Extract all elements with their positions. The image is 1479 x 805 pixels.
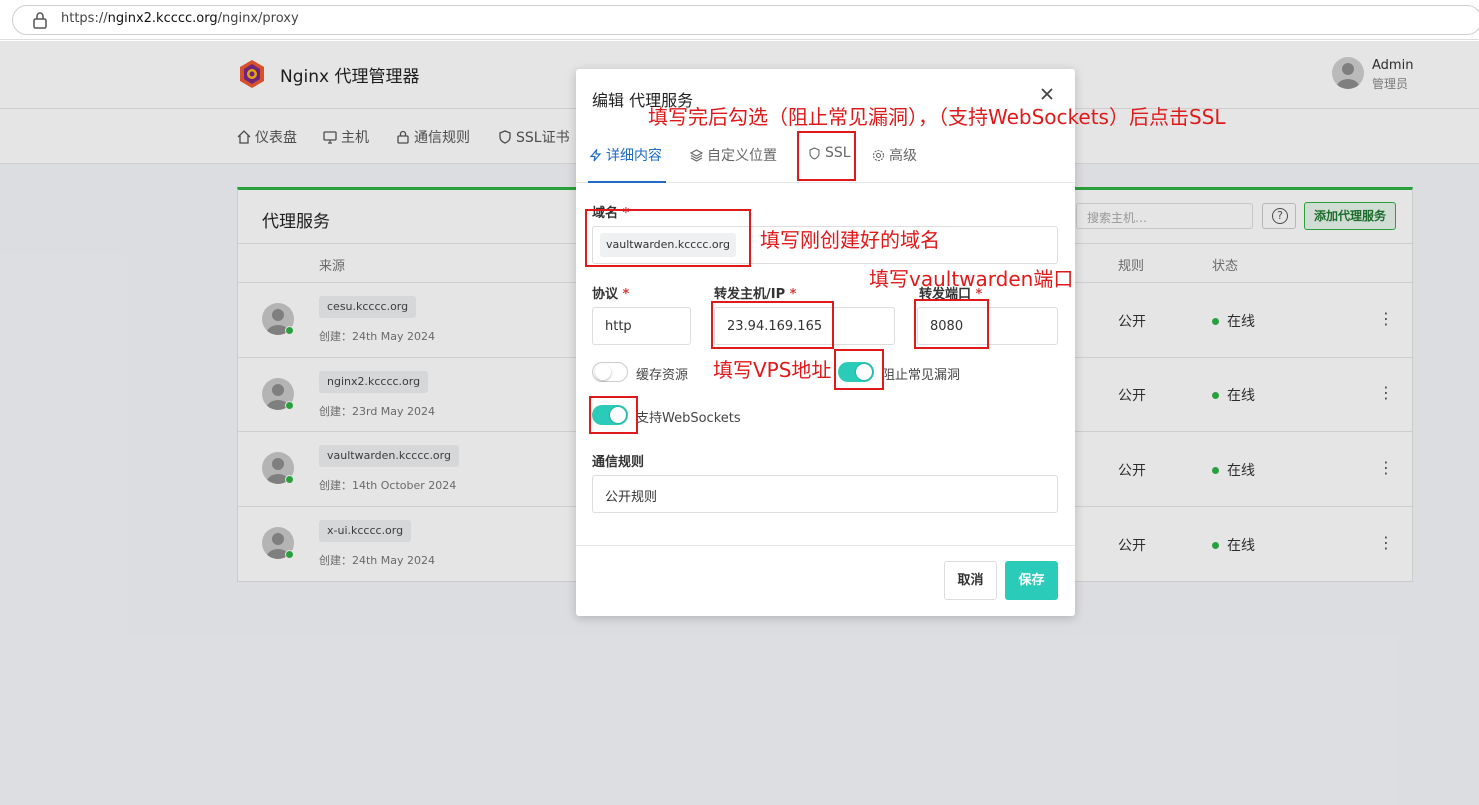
- bolt-icon: [589, 148, 602, 161]
- scheme-select[interactable]: http: [592, 307, 691, 345]
- cancel-button[interactable]: 取消: [944, 561, 997, 600]
- annotation-box-domain: [585, 209, 751, 267]
- scheme-label: 协议 *: [592, 287, 630, 302]
- annotation-box-port: [914, 299, 989, 349]
- url-text: https://nginx2.kcccc.org/nginx/proxy: [61, 11, 299, 26]
- annotation-box-websockets: [589, 396, 638, 434]
- access-list-select[interactable]: 公开规则: [592, 475, 1058, 513]
- annotation-box-host: [711, 301, 834, 349]
- annotation-port-note: 填写vaultwarden端口: [869, 267, 1074, 291]
- active-tab-indicator: [588, 181, 666, 183]
- annotation-vps-note: 填写VPS地址: [713, 358, 832, 382]
- cache-assets-label: 缓存资源: [636, 368, 689, 383]
- annotation-box-block-exploits: [834, 349, 884, 390]
- lock-icon: [33, 12, 47, 29]
- save-button[interactable]: 保存: [1005, 561, 1058, 600]
- gear-icon: [872, 149, 885, 161]
- modal-footer-divider: [576, 545, 1075, 546]
- access-list-label: 通信规则: [592, 455, 645, 470]
- annotation-top-note: 填写完后勾选（阻止常见漏洞），（支持WebSockets）后点击SSL: [648, 105, 1226, 129]
- tab-custom-locations[interactable]: 自定义位置: [690, 145, 777, 165]
- annotation-box-ssl-tab: [797, 131, 856, 181]
- annotation-domain-note: 填写刚创建好的域名: [760, 228, 940, 252]
- toggle-knob: [595, 364, 611, 380]
- tab-label: 高级: [889, 148, 917, 164]
- layers-icon: [690, 148, 703, 162]
- tab-label: 自定义位置: [707, 148, 777, 164]
- websockets-label: 支持WebSockets: [636, 411, 741, 426]
- cache-assets-toggle[interactable]: [592, 362, 628, 382]
- tab-advanced[interactable]: 高级: [872, 145, 917, 165]
- block-exploits-label: 阻止常见漏洞: [882, 368, 961, 383]
- tab-label: 详细内容: [606, 148, 662, 164]
- tab-details[interactable]: 详细内容: [589, 145, 662, 165]
- forward-host-label: 转发主机/IP *: [714, 287, 797, 302]
